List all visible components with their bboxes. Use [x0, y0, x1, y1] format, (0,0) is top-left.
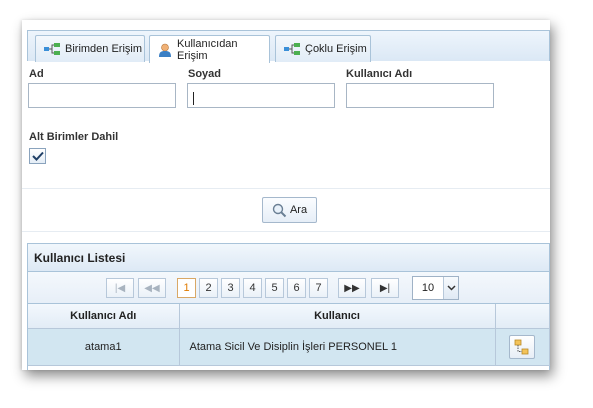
tab-label: Kullanıcıdan Erişim: [177, 37, 238, 62]
cell-user: Atama Sicil Ve Disiplin İşleri PERSONEL …: [179, 328, 496, 366]
pager: |◀ ◀◀ 1 2 3 4 5 6 7 ▶▶ ▶| 10: [28, 272, 549, 304]
org-structure-icon: [44, 43, 60, 55]
tab-kullanicidan-erisim[interactable]: Kullanıcıdan Erişim: [149, 35, 270, 63]
text-caret: [193, 92, 194, 105]
search-button[interactable]: Ara: [262, 197, 317, 223]
first-page-button[interactable]: |◀: [106, 278, 134, 298]
tab-bar: Birimden Erişim Kullanıcıdan Erişim Çokl…: [27, 30, 550, 63]
hierarchy-icon: [514, 339, 529, 354]
page-3-button[interactable]: 3: [221, 278, 240, 298]
ad-label: Ad: [29, 68, 44, 80]
org-structure-icon: [284, 43, 300, 55]
user-table: Kullanıcı Adı Kullanıcı atama1 Atama Sic…: [28, 304, 550, 366]
checkmark-icon: [31, 151, 44, 161]
page-size-select[interactable]: 10: [412, 276, 459, 300]
user-list-panel: Kullanıcı Listesi |◀ ◀◀ 1 2 3 4 5 6 7 ▶▶…: [27, 243, 550, 370]
main-panel: Birimden Erişim Kullanıcıdan Erişim Çokl…: [22, 20, 550, 370]
magnifier-icon: [272, 203, 287, 217]
column-header-actions: [495, 304, 550, 329]
alt-birimler-label: Alt Birimler Dahil: [29, 131, 119, 143]
prev-page-button[interactable]: ◀◀: [138, 278, 166, 298]
cell-username: atama1: [28, 328, 180, 366]
tab-coklu-erisim[interactable]: Çoklu Erişim: [275, 35, 371, 62]
divider: [22, 188, 550, 189]
table-row[interactable]: atama1 Atama Sicil Ve Disiplin İşleri PE…: [28, 328, 550, 366]
tab-label: Çoklu Erişim: [305, 43, 367, 55]
page-5-button[interactable]: 5: [265, 278, 284, 298]
soyad-label: Soyad: [188, 68, 222, 80]
user-icon: [158, 43, 172, 57]
user-list-title: Kullanıcı Listesi: [28, 244, 549, 272]
search-button-label: Ara: [289, 204, 308, 216]
page-4-button[interactable]: 4: [243, 278, 262, 298]
kullanici-adi-label: Kullanıcı Adı: [346, 68, 413, 80]
column-header-kullanici-adi[interactable]: Kullanıcı Adı: [28, 304, 180, 329]
tab-label: Birimden Erişim: [65, 43, 143, 55]
alt-birimler-checkbox[interactable]: [29, 148, 46, 164]
page-size-value: 10: [421, 282, 435, 294]
page-2-button[interactable]: 2: [199, 278, 218, 298]
chevron-down-icon[interactable]: [443, 277, 458, 299]
ad-input[interactable]: [28, 83, 176, 108]
last-page-button[interactable]: ▶|: [371, 278, 399, 298]
table-header-row: Kullanıcı Adı Kullanıcı: [28, 304, 550, 329]
kullanici-adi-input[interactable]: [346, 83, 494, 108]
page-1-button[interactable]: 1: [177, 278, 196, 298]
divider: [22, 231, 550, 232]
hierarchy-button[interactable]: [509, 334, 535, 359]
page-7-button[interactable]: 7: [309, 278, 328, 298]
tab-birimden-erisim[interactable]: Birimden Erişim: [35, 35, 145, 62]
page-6-button[interactable]: 6: [287, 278, 306, 298]
cell-action: [495, 328, 550, 366]
column-header-kullanici[interactable]: Kullanıcı: [179, 304, 496, 329]
soyad-input[interactable]: [187, 83, 335, 108]
next-page-button[interactable]: ▶▶: [338, 278, 366, 298]
